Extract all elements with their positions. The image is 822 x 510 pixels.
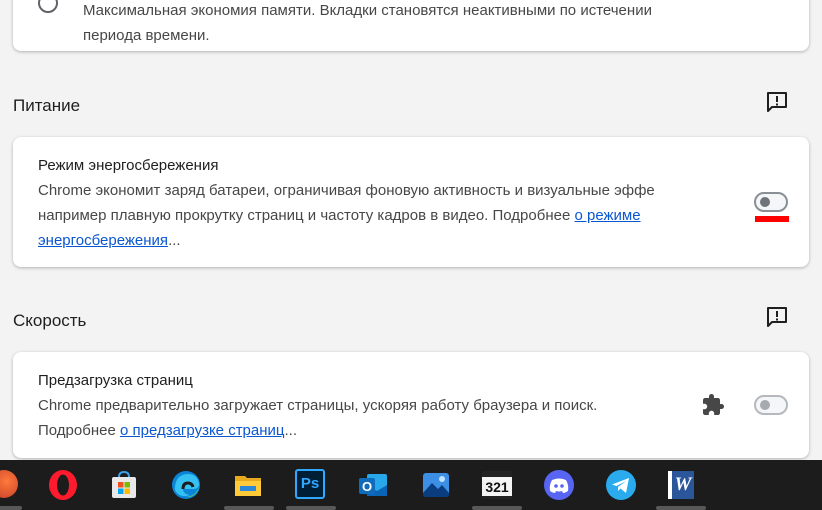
max-savings-radio[interactable] [38, 0, 58, 13]
preload-title: Предзагрузка страниц [38, 372, 193, 389]
preload-desc-line2-text: Подробнее [38, 422, 120, 439]
energy-saver-learn-more-link[interactable]: о режиме [574, 207, 640, 224]
energy-saver-desc-line1: Chrome экономит заряд батареи, ограничив… [38, 182, 655, 199]
energy-saver-desc-line2-text: например плавную прокрутку страниц и час… [38, 207, 575, 224]
microsoft-store-icon[interactable] [108, 469, 140, 501]
energy-saver-title: Режим энергосбережения [38, 157, 219, 174]
photos-icon[interactable] [420, 469, 452, 501]
telegram-icon[interactable] [605, 469, 637, 501]
file-explorer-icon[interactable] [232, 469, 264, 501]
opera-icon[interactable] [47, 469, 79, 501]
taskbar: Ps O 321 W [0, 460, 822, 510]
edge-icon[interactable] [170, 469, 202, 501]
preload-toggle[interactable] [754, 395, 788, 415]
puzzle-icon[interactable] [701, 393, 725, 417]
word-icon[interactable]: W [668, 471, 694, 499]
preload-learn-more-link[interactable]: о предзагрузке страниц [120, 422, 285, 439]
memory-saver-card: Максимальная экономия памяти. Вкладки ст… [13, 0, 809, 51]
energy-saver-toggle[interactable] [754, 192, 788, 212]
outlook-label: O [362, 479, 372, 494]
preload-card: Предзагрузка страниц Chrome предваритель… [13, 352, 809, 458]
toggle-knob [760, 400, 770, 410]
energy-saver-desc-line3: энергосбережения... [38, 228, 693, 253]
energy-saver-card: Режим энергосбережения Chrome экономит з… [13, 137, 809, 267]
energy-saver-description: Chrome экономит заряд батареи, ограничив… [38, 178, 693, 253]
discord-icon[interactable] [543, 469, 575, 501]
taskbar-active-indicator [472, 506, 522, 510]
feedback-icon[interactable] [765, 90, 789, 114]
taskbar-active-indicator [656, 506, 706, 510]
taskbar-active-indicator [0, 506, 22, 510]
energy-saver-learn-more-link-cont[interactable]: энергосбережения [38, 232, 168, 249]
preload-desc-line2: Подробнее о предзагрузке страниц... [38, 418, 688, 443]
preload-description: Chrome предварительно загружает страницы… [38, 393, 688, 443]
feedback-icon[interactable] [765, 305, 789, 329]
max-savings-text-line1: Максимальная экономия памяти. Вкладки ст… [83, 2, 652, 19]
section-title-power: Питание [13, 96, 81, 115]
outlook-icon[interactable]: O [357, 469, 389, 501]
energy-saver-desc-line2: например плавную прокрутку страниц и час… [38, 203, 693, 228]
section-title-speed: Скорость [13, 311, 87, 330]
max-savings-text-line2: периода времени. [83, 27, 210, 44]
taskbar-active-indicator [224, 506, 274, 510]
red-highlight-mark [755, 216, 789, 222]
vpn-app-icon[interactable] [0, 470, 18, 498]
taskbar-active-indicator [286, 506, 336, 510]
max-savings-description: Максимальная экономия памяти. Вкладки ст… [83, 0, 783, 48]
toggle-knob [760, 197, 770, 207]
preload-ellipsis: ... [284, 422, 298, 439]
energy-saver-ellipsis: ... [168, 232, 181, 249]
media-player-classic-icon[interactable]: 321 [482, 471, 512, 499]
preload-desc-line1: Chrome предварительно загружает страницы… [38, 397, 598, 414]
photoshop-icon[interactable]: Ps [295, 469, 325, 499]
